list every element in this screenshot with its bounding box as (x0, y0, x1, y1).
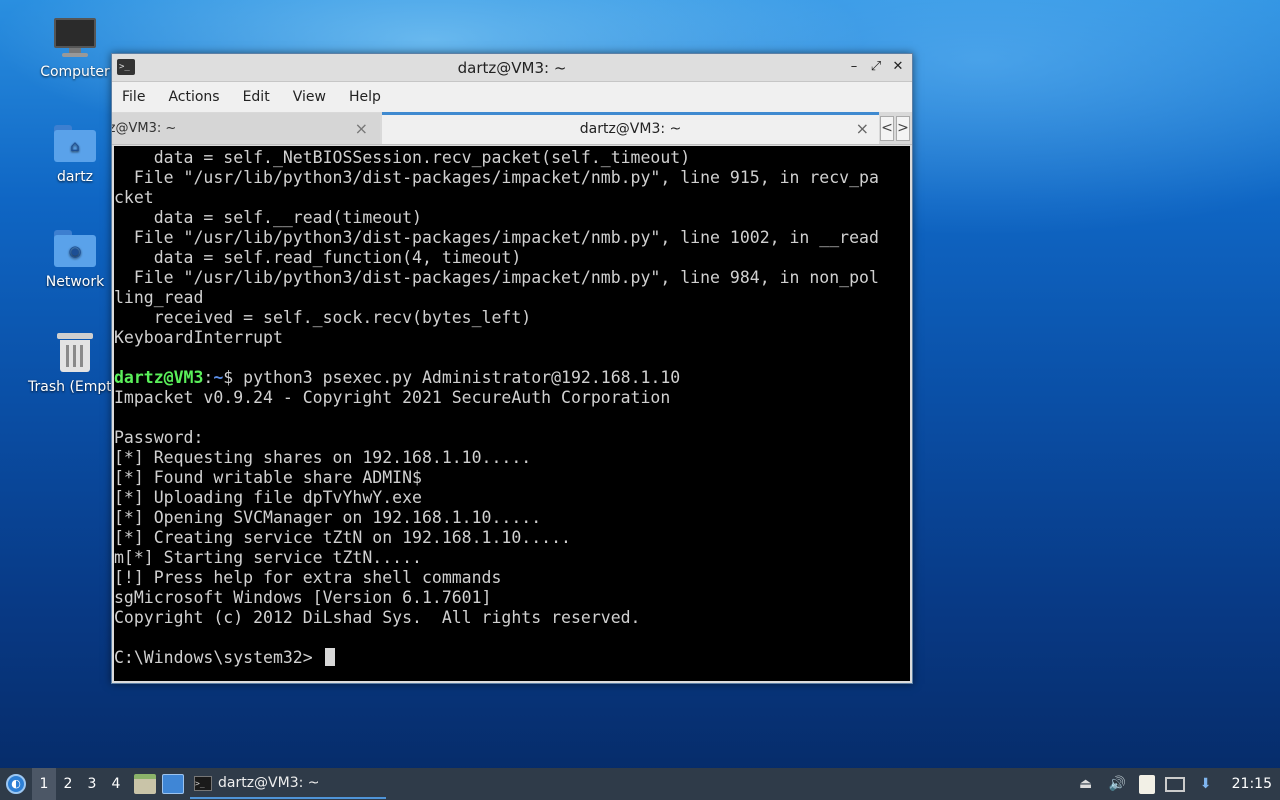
terminal-line: data = self._NetBIOSSession.recv_packet(… (114, 148, 691, 167)
tab-terminal-1[interactable]: dartz@VM3: ~ × (112, 113, 380, 144)
maximize-button[interactable]: ⤢ (868, 58, 884, 76)
terminal-line: data = self.read_function(4, timeout) (114, 248, 522, 267)
taskbar-task-terminal[interactable]: >_ dartz@VM3: ~ (190, 769, 386, 799)
terminal-line: [*] Requesting shares on 192.168.1.10...… (114, 448, 532, 467)
desktop-icon-label: Trash (Empty) (28, 379, 111, 395)
clipboard-icon[interactable] (1138, 774, 1155, 794)
update-icon[interactable]: ⬇ (1195, 774, 1217, 794)
terminal-line: File "/usr/lib/python3/dist-packages/imp… (114, 268, 879, 287)
workspace-4[interactable]: 4 (104, 768, 128, 800)
menu-bar: File Actions Edit View Help (112, 82, 912, 112)
tab-terminal-2[interactable]: dartz@VM3: ~ × (382, 112, 879, 144)
terminal-line: cket (114, 188, 154, 207)
terminal-line: [*] Creating service tZtN on 192.168.1.1… (114, 528, 571, 547)
menu-help[interactable]: Help (349, 89, 381, 105)
show-desktop-icon[interactable] (162, 774, 184, 794)
prompt-symbol: $ (223, 368, 244, 387)
terminal-line: [*] Opening SVCManager on 192.168.1.10..… (114, 508, 542, 527)
terminal-line: Impacket v0.9.24 - Copyright 2021 Secure… (114, 388, 671, 407)
tab-bar: dartz@VM3: ~ × dartz@VM3: ~ × < > (112, 112, 912, 145)
tab-close-icon[interactable]: × (355, 113, 368, 144)
menu-edit[interactable]: Edit (243, 89, 270, 105)
network-folder-icon: ◉ (54, 228, 96, 268)
eject-icon[interactable]: ⏏ (1075, 774, 1097, 794)
volume-icon[interactable]: 🔊 (1107, 774, 1129, 794)
terminal-output[interactable]: data = self._NetBIOSSession.recv_packet(… (114, 146, 910, 681)
terminal-window: >_ dartz@VM3: ~ – ⤢ ✕ File Actions Edit … (111, 53, 913, 684)
window-title: dartz@VM3: ~ (457, 58, 567, 77)
taskbar: ◐ 1 2 3 4 >_ dartz@VM3: ~ ⏏ 🔊 ⬇ 21:15 (0, 768, 1280, 800)
close-button[interactable]: ✕ (890, 58, 906, 76)
network-icon[interactable] (1164, 776, 1185, 792)
start-menu-button[interactable]: ◐ (0, 768, 32, 800)
shell-prompt-line: dartz@VM3:~$ python3 psexec.py Administr… (114, 368, 910, 388)
file-manager-icon[interactable] (134, 774, 156, 794)
clock[interactable]: 21:15 (1232, 776, 1272, 792)
terminal-line: Copyright (c) 2012 DiLshad Sys. All righ… (114, 608, 641, 627)
tab-close-icon[interactable]: × (856, 115, 869, 143)
system-tray: ⏏ 🔊 ⬇ 21:15 (1070, 768, 1280, 800)
terminal-line: data = self.__read(timeout) (114, 208, 422, 227)
cmd-prompt: C:\Windows\system32> (114, 648, 323, 667)
window-titlebar[interactable]: >_ dartz@VM3: ~ – ⤢ ✕ (112, 54, 912, 82)
tab-label: dartz@VM3: ~ (112, 121, 177, 136)
terminal-line: received = self._sock.recv(bytes_left) (114, 308, 532, 327)
terminal-line: m[*] Starting service tZtN..... (114, 548, 422, 567)
workspace-2[interactable]: 2 (56, 768, 80, 800)
tab-scroll-left-button[interactable]: < (880, 116, 894, 141)
trash-icon (57, 331, 93, 373)
workspace-3[interactable]: 3 (80, 768, 104, 800)
terminal-line: ling_read (114, 288, 204, 307)
prompt-user: dartz@VM3 (114, 368, 204, 387)
cmd-prompt-line: C:\Windows\system32> (114, 648, 910, 668)
minimize-button[interactable]: – (846, 58, 862, 76)
terminal-line: sgMicrosoft Windows [Version 6.1.7601] (114, 588, 492, 607)
terminal-line: File "/usr/lib/python3/dist-packages/imp… (114, 228, 879, 247)
tab-scroll-right-button[interactable]: > (896, 116, 910, 141)
tab-label: dartz@VM3: ~ (579, 121, 682, 137)
terminal-line: File "/usr/lib/python3/dist-packages/imp… (114, 168, 879, 187)
prompt-command: python3 psexec.py Administrator@192.168.… (243, 368, 681, 387)
workspace-1[interactable]: 1 (32, 768, 56, 800)
menu-view[interactable]: View (293, 89, 326, 105)
text-cursor (324, 648, 335, 666)
terminal-app-icon[interactable]: >_ (117, 59, 135, 75)
lxqt-logo-icon: ◐ (6, 774, 26, 794)
menu-actions[interactable]: Actions (168, 89, 219, 105)
prompt-separator: : (203, 368, 214, 387)
prompt-path: ~ (213, 368, 224, 387)
terminal-line: [*] Uploading file dpTvYhwY.exe (114, 488, 422, 507)
terminal-line: Password: (114, 428, 204, 447)
terminal-icon: >_ (194, 775, 212, 791)
task-label: dartz@VM3: ~ (218, 775, 320, 791)
terminal-line: KeyboardInterrupt (114, 328, 283, 347)
home-folder-icon: ⌂ (54, 123, 96, 163)
terminal-line: [!] Press help for extra shell commands (114, 568, 502, 587)
computer-icon (54, 18, 96, 58)
desktop-icon-trash[interactable]: Trash (Empty) (20, 331, 111, 395)
menu-file[interactable]: File (122, 89, 145, 105)
terminal-line: [*] Found writable share ADMIN$ (114, 468, 422, 487)
